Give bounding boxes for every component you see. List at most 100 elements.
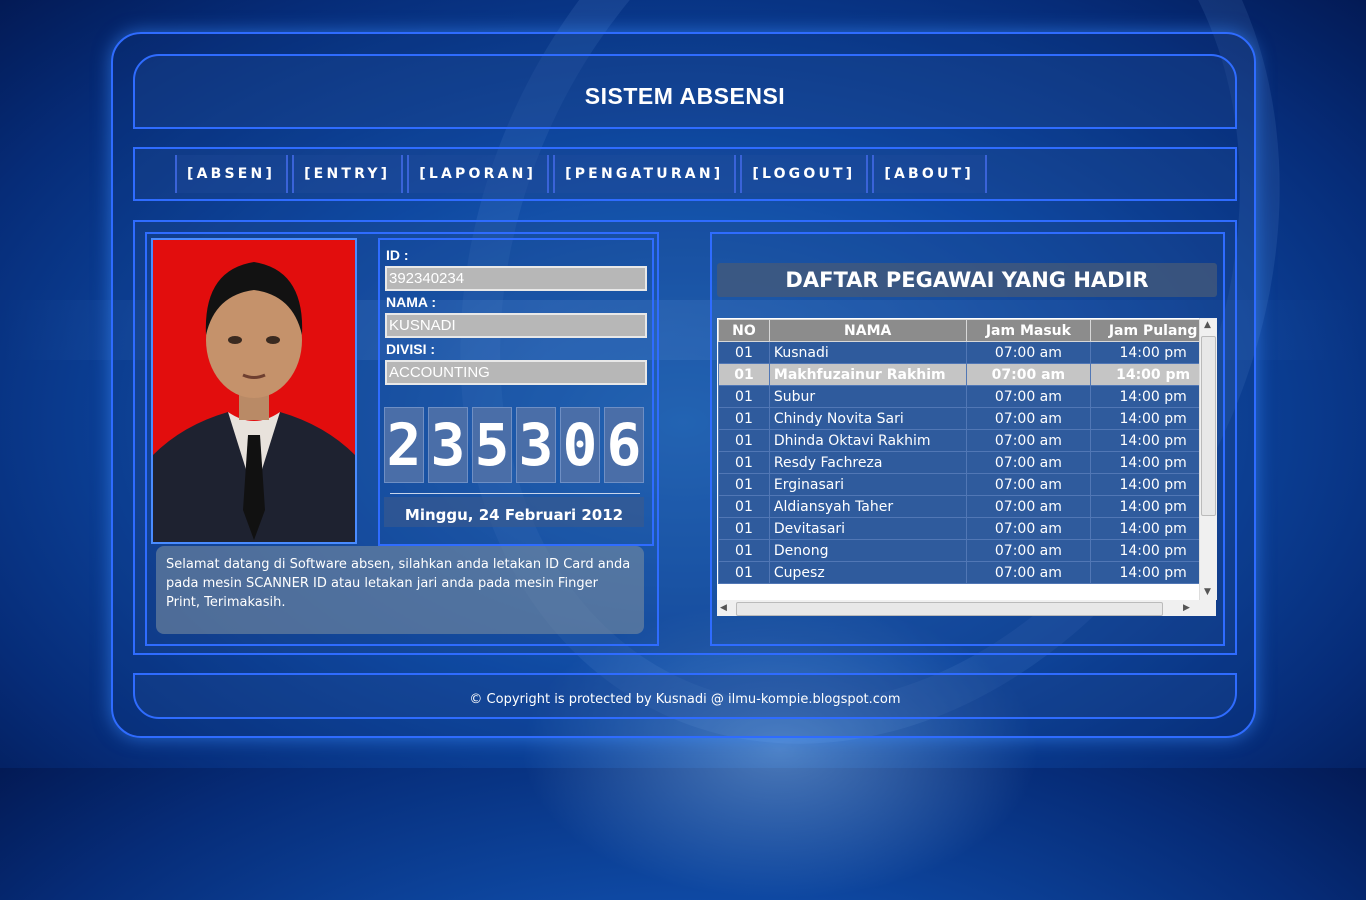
footer: © Copyright is protected by Kusnadi @ il… [133, 673, 1237, 719]
cell-jam-pulang: 14:00 pm [1090, 495, 1216, 518]
division-field[interactable]: ACCOUNTING [385, 360, 647, 385]
employee-photo [151, 238, 357, 544]
name-label: NAMA : [386, 294, 437, 310]
copyright-text: © Copyright is protected by Kusnadi @ il… [469, 692, 901, 707]
scroll-up-arrow-icon[interactable]: ▲ [1204, 320, 1211, 330]
table-row[interactable]: 01 Resdy Fachreza 07:00 am 14:00 pm [718, 451, 1216, 474]
current-date: Minggu, 24 Februari 2012 [384, 497, 644, 527]
clock-digit: 2 [384, 407, 424, 483]
nav-item-pengaturan[interactable]: [PENGATURAN] [553, 155, 737, 193]
cell-nama: Resdy Fachreza [768, 451, 967, 474]
cell-jam-pulang: 14:00 pm [1090, 517, 1216, 540]
nav-item-absen[interactable]: [ABSEN] [175, 155, 289, 193]
cell-nama: Dhinda Oktavi Rakhim [768, 429, 967, 452]
cell-no: 01 [718, 363, 770, 386]
nav-item-laporan[interactable]: [LAPORAN] [407, 155, 550, 193]
cell-jam-pulang: 14:00 pm [1090, 341, 1216, 364]
cell-jam-masuk: 07:00 am [965, 473, 1092, 496]
welcome-message: Selamat datang di Software absen, silahk… [156, 546, 644, 634]
table-header-row: NO NAMA Jam Masuk Jam Pulang [718, 319, 1216, 342]
scroll-right-arrow-icon[interactable]: ▶ [1183, 603, 1190, 613]
attendance-table: NO NAMA Jam Masuk Jam Pulang 01 Kusnadi 07… [718, 319, 1216, 584]
cell-jam-pulang: 14:00 pm [1090, 363, 1216, 386]
scroll-down-arrow-icon[interactable]: ▼ [1204, 587, 1211, 597]
table-row[interactable]: 01 Erginasari 07:00 am 14:00 pm [718, 473, 1216, 496]
column-header-nama[interactable]: NAMA [768, 319, 967, 342]
attendance-table-container: NO NAMA Jam Masuk Jam Pulang 01 Kusnadi 07… [717, 318, 1216, 616]
cell-jam-masuk: 07:00 am [965, 539, 1092, 562]
table-row[interactable]: 01 Kusnadi 07:00 am 14:00 pm [718, 341, 1216, 364]
cell-jam-masuk: 07:00 am [965, 429, 1092, 452]
cell-jam-masuk: 07:00 am [965, 561, 1092, 584]
clock-digit: 3 [516, 407, 556, 483]
cell-nama: Erginasari [768, 473, 967, 496]
table-row[interactable]: 01 Dhinda Oktavi Rakhim 07:00 am 14:00 pm [718, 429, 1216, 452]
digital-clock: 2 3 5 3 0 6 [384, 407, 644, 485]
cell-jam-pulang: 14:00 pm [1090, 385, 1216, 408]
cell-jam-masuk: 07:00 am [965, 517, 1092, 540]
id-label: ID : [386, 247, 409, 263]
table-row[interactable]: 01 Subur 07:00 am 14:00 pm [718, 385, 1216, 408]
cell-no: 01 [718, 495, 770, 518]
cell-nama: Subur [768, 385, 967, 408]
table-row[interactable]: 01 Devitasari 07:00 am 14:00 pm [718, 517, 1216, 540]
cell-jam-pulang: 14:00 pm [1090, 561, 1216, 584]
cell-no: 01 [718, 561, 770, 584]
cell-no: 01 [718, 407, 770, 430]
scroll-left-arrow-icon[interactable]: ◀ [720, 603, 727, 613]
cell-no: 01 [718, 473, 770, 496]
attendance-table-body: 01 Kusnadi 07:00 am 14:00 pm 01 Makhfuzainur … [718, 341, 1216, 584]
nav-list: [ABSEN] [ENTRY] [LAPORAN] [PENGATURAN] [… [175, 155, 991, 193]
cell-jam-masuk: 07:00 am [965, 451, 1092, 474]
clock-digit: 5 [472, 407, 512, 483]
table-row[interactable]: 01 Makhfuzainur Rakhim 07:00 am 14:00 pm [718, 363, 1216, 386]
cell-no: 01 [718, 341, 770, 364]
nav-item-about[interactable]: [ABOUT] [872, 155, 987, 193]
cell-jam-masuk: 07:00 am [965, 407, 1092, 430]
cell-nama: Chindy Novita Sari [768, 407, 967, 430]
nav-item-entry[interactable]: [ENTRY] [292, 155, 404, 193]
cell-nama: Denong [768, 539, 967, 562]
cell-no: 01 [718, 517, 770, 540]
vertical-scroll-thumb[interactable] [1201, 336, 1216, 516]
app-title: SISTEM ABSENSI [584, 83, 786, 109]
name-field[interactable]: KUSNADI [385, 313, 647, 338]
column-header-no[interactable]: NO [718, 319, 770, 342]
cell-no: 01 [718, 385, 770, 408]
id-field[interactable]: 392340234 [385, 266, 647, 291]
column-header-jam-pulang[interactable]: Jam Pulang [1090, 319, 1216, 342]
clock-divider [390, 493, 640, 494]
cell-nama: Cupesz [768, 561, 967, 584]
division-label: DIVISI : [386, 341, 436, 357]
header: SISTEM ABSENSI [133, 54, 1237, 129]
nav-item-logout[interactable]: [LOGOUT] [740, 155, 869, 193]
nav-bar: [ABSEN] [ENTRY] [LAPORAN] [PENGATURAN] [… [133, 147, 1237, 201]
cell-nama: Devitasari [768, 517, 967, 540]
cell-jam-masuk: 07:00 am [965, 495, 1092, 518]
table-row[interactable]: 01 Denong 07:00 am 14:00 pm [718, 539, 1216, 562]
cell-nama: Makhfuzainur Rakhim [768, 363, 967, 386]
person-silhouette-icon [153, 240, 355, 542]
clock-digit: 6 [604, 407, 644, 483]
cell-nama: Kusnadi [768, 341, 967, 364]
cell-no: 01 [718, 539, 770, 562]
clock-digit: 0 [560, 407, 600, 483]
table-row[interactable]: 01 Chindy Novita Sari 07:00 am 14:00 pm [718, 407, 1216, 430]
cell-no: 01 [718, 451, 770, 474]
cell-jam-pulang: 14:00 pm [1090, 407, 1216, 430]
cell-jam-pulang: 14:00 pm [1090, 473, 1216, 496]
cell-jam-masuk: 07:00 am [965, 385, 1092, 408]
table-row[interactable]: 01 Cupesz 07:00 am 14:00 pm [718, 561, 1216, 584]
clock-digit: 3 [428, 407, 468, 483]
cell-jam-masuk: 07:00 am [965, 341, 1092, 364]
attendance-title: DAFTAR PEGAWAI YANG HADIR [717, 263, 1217, 297]
cell-nama: Aldiansyah Taher [768, 495, 967, 518]
horizontal-scroll-thumb[interactable] [736, 602, 1163, 616]
cell-no: 01 [718, 429, 770, 452]
cell-jam-pulang: 14:00 pm [1090, 451, 1216, 474]
column-header-jam-masuk[interactable]: Jam Masuk [965, 319, 1092, 342]
cell-jam-pulang: 14:00 pm [1090, 429, 1216, 452]
cell-jam-masuk: 07:00 am [965, 363, 1092, 386]
table-row[interactable]: 01 Aldiansyah Taher 07:00 am 14:00 pm [718, 495, 1216, 518]
cell-jam-pulang: 14:00 pm [1090, 539, 1216, 562]
